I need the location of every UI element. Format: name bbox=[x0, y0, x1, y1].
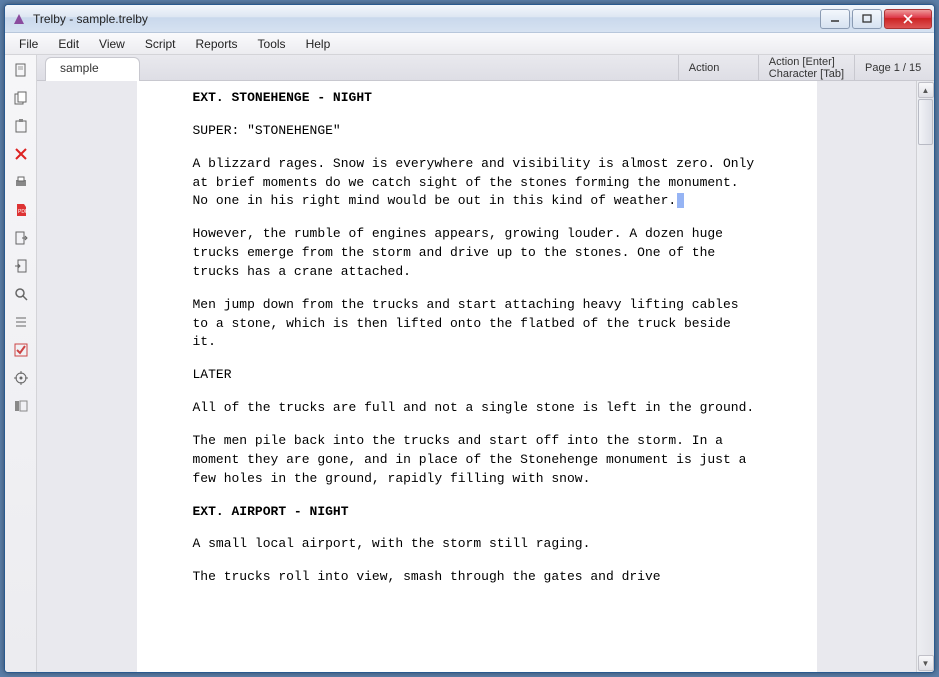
window-controls bbox=[818, 9, 932, 29]
toolbar: PDF bbox=[5, 55, 37, 672]
export-icon[interactable] bbox=[10, 227, 32, 249]
menu-edit[interactable]: Edit bbox=[48, 35, 89, 53]
action-block[interactable]: Men jump down from the trucks and start … bbox=[193, 296, 761, 353]
pdf-icon[interactable]: PDF bbox=[10, 199, 32, 221]
menu-tools[interactable]: Tools bbox=[248, 35, 296, 53]
status-page: Page 1 / 15 bbox=[854, 55, 934, 80]
action-block[interactable]: A small local airport, with the storm st… bbox=[193, 535, 761, 554]
app-window: Trelby - sample.trelby File Edit View Sc… bbox=[4, 4, 935, 673]
scroll-down-arrow[interactable]: ▼ bbox=[918, 655, 934, 671]
app-icon bbox=[11, 11, 27, 27]
editor: EXT. STONEHENGE - NIGHT SUPER: "STONEHENG… bbox=[37, 81, 934, 672]
list-icon[interactable] bbox=[10, 311, 32, 333]
menu-reports[interactable]: Reports bbox=[186, 35, 248, 53]
tab-sample[interactable]: sample bbox=[45, 57, 140, 81]
menu-view[interactable]: View bbox=[89, 35, 135, 53]
menu-file[interactable]: File bbox=[9, 35, 48, 53]
action-block[interactable]: LATER bbox=[193, 366, 761, 385]
vertical-scrollbar[interactable]: ▲ ▼ bbox=[916, 81, 934, 672]
scroll-thumb[interactable] bbox=[918, 99, 933, 145]
new-doc-icon[interactable] bbox=[10, 59, 32, 81]
print-icon[interactable] bbox=[10, 171, 32, 193]
page[interactable]: EXT. STONEHENGE - NIGHT SUPER: "STONEHENG… bbox=[137, 81, 817, 672]
check-icon[interactable] bbox=[10, 339, 32, 361]
status-element-type[interactable]: Action bbox=[678, 55, 758, 80]
close-button[interactable] bbox=[884, 9, 932, 29]
action-block[interactable]: A blizzard rages. Snow is everywhere and… bbox=[193, 155, 761, 212]
settings-icon[interactable] bbox=[10, 367, 32, 389]
window-title: Trelby - sample.trelby bbox=[33, 12, 818, 26]
scroll-track[interactable] bbox=[917, 99, 934, 654]
scene-heading[interactable]: EXT. AIRPORT - NIGHT bbox=[193, 503, 761, 522]
import-icon[interactable] bbox=[10, 255, 32, 277]
status-next-keys[interactable]: Action [Enter] Character [Tab] bbox=[758, 55, 854, 80]
svg-text:PDF: PDF bbox=[18, 209, 28, 215]
tab-label: sample bbox=[60, 61, 99, 75]
action-block[interactable]: All of the trucks are full and not a sin… bbox=[193, 399, 761, 418]
copy-icon[interactable] bbox=[10, 87, 32, 109]
menubar: File Edit View Script Reports Tools Help bbox=[5, 33, 934, 55]
action-block[interactable]: The men pile back into the trucks and st… bbox=[193, 432, 761, 489]
minimize-button[interactable] bbox=[820, 9, 850, 29]
tabbar: sample Action Action [Enter] Character [… bbox=[37, 55, 934, 81]
titlebar[interactable]: Trelby - sample.trelby bbox=[5, 5, 934, 33]
search-icon[interactable] bbox=[10, 283, 32, 305]
paste-icon[interactable] bbox=[10, 115, 32, 137]
action-block[interactable]: However, the rumble of engines appears, … bbox=[193, 225, 761, 282]
action-block[interactable]: The trucks roll into view, smash through… bbox=[193, 568, 761, 587]
sidebar-icon[interactable] bbox=[10, 395, 32, 417]
scene-heading[interactable]: EXT. STONEHENGE - NIGHT bbox=[193, 89, 761, 108]
scroll-up-arrow[interactable]: ▲ bbox=[918, 82, 934, 98]
action-block[interactable]: SUPER: "STONEHENGE" bbox=[193, 122, 761, 141]
menu-help[interactable]: Help bbox=[296, 35, 341, 53]
text-cursor bbox=[677, 193, 684, 208]
delete-icon[interactable] bbox=[10, 143, 32, 165]
menu-script[interactable]: Script bbox=[135, 35, 186, 53]
editor-viewport[interactable]: EXT. STONEHENGE - NIGHT SUPER: "STONEHENG… bbox=[37, 81, 916, 672]
maximize-button[interactable] bbox=[852, 9, 882, 29]
